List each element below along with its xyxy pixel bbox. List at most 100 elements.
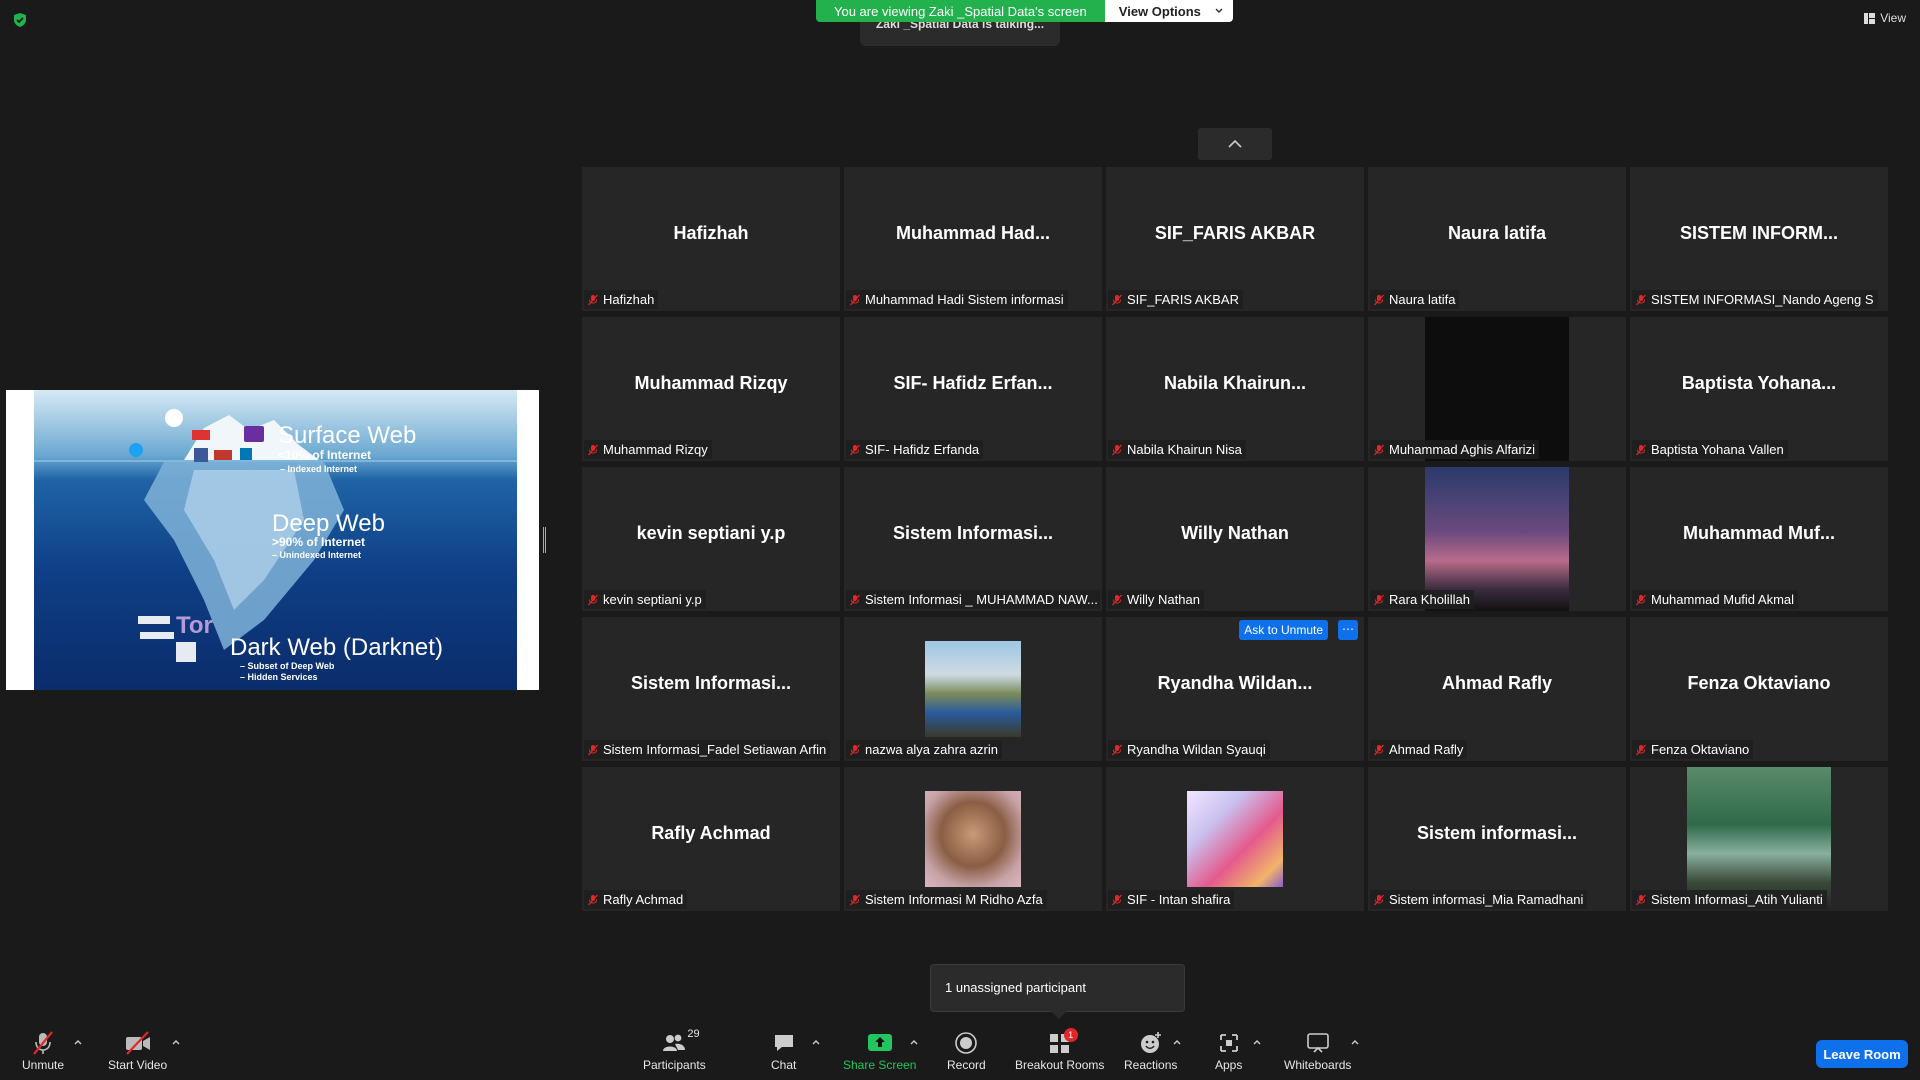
meeting-toolbar: Unmute Start Video 29 Participants Chat … (0, 1020, 1920, 1080)
whiteboard-icon (1306, 1033, 1329, 1053)
participant-tile[interactable]: SIF- Hafidz Erfan... SIF- Hafidz Erfanda (844, 317, 1102, 461)
collapse-gallery-button[interactable] (1198, 128, 1272, 160)
dark-web-sub1: – Subset of Deep Web (240, 661, 335, 671)
participant-tile[interactable]: Sistem Informasi... Sistem Informasi_Fade… (582, 617, 840, 761)
muted-mic-icon (850, 744, 860, 755)
twitter-logo-icon (129, 443, 143, 457)
participant-tile[interactable]: Muhammad Muf... Muhammad Mufid Akmal (1630, 467, 1888, 611)
participant-name-label: Nabila Khairun Nisa (1108, 440, 1246, 459)
participant-name: Muhammad Aghis Alfarizi (1389, 442, 1535, 457)
participant-name: SIF - Intan shafira (1127, 892, 1231, 907)
apps-button[interactable]: Apps (1215, 1030, 1242, 1072)
participant-tile[interactable]: Fenza Oktaviano Fenza Oktaviano (1630, 617, 1888, 761)
participant-tile[interactable]: SISTEM INFORM... SISTEM INFORMASI_Nando A… (1630, 167, 1888, 311)
record-button[interactable]: Record (947, 1030, 986, 1072)
view-options-button[interactable]: View Options (1104, 0, 1233, 22)
deep-web-title: Deep Web (272, 510, 385, 537)
participant-tile[interactable]: Nabila Khairun... Nabila Khairun Nisa (1106, 317, 1364, 461)
whiteboards-button[interactable]: Whiteboards (1284, 1030, 1351, 1072)
participant-name-label: Hafizhah (584, 290, 659, 309)
surface-web-sub: – Indexed Internet (280, 464, 358, 474)
participants-button[interactable]: 29 Participants (643, 1028, 706, 1072)
participant-tile[interactable]: Ryandha Wildan... Ask to Unmute ⋯ Ryandha W… (1106, 617, 1364, 761)
participant-name: Sistem Informasi_Atih Yulianti (1651, 892, 1823, 907)
participant-display-name: kevin septiani y.p (636, 523, 786, 543)
participant-tile[interactable]: SIF_FARIS AKBAR SIF_FARIS AKBAR (1106, 167, 1364, 311)
apps-icon (1219, 1034, 1238, 1052)
participant-name: Naura latifa (1389, 292, 1456, 307)
participant-name-label: Sistem Informasi_Fadel Setiawan Arfin (584, 740, 831, 759)
reactions-label: Reactions (1124, 1058, 1178, 1072)
participant-tile[interactable]: Baptista Yohana... Baptista Yohana Vallen (1630, 317, 1888, 461)
participant-display-name: SIF- Hafidz Erfan... (893, 373, 1053, 393)
participant-tile[interactable]: Willy Nathan Willy Nathan (1106, 467, 1364, 611)
participant-name: Willy Nathan (1127, 592, 1200, 607)
whiteboards-label: Whiteboards (1284, 1058, 1352, 1072)
participant-tile[interactable]: Muhammad Rizqy Muhammad Rizqy (582, 317, 840, 461)
chat-options-caret-icon[interactable] (811, 1038, 821, 1048)
youtube-logo-icon (192, 430, 210, 440)
share-screen-label: Share Screen (843, 1058, 917, 1072)
whiteboards-caret-icon[interactable] (1350, 1038, 1360, 1048)
participant-tile[interactable]: Sistem Informasi_Atih Yulianti (1630, 767, 1888, 911)
participant-name: Ahmad Rafly (1389, 742, 1464, 757)
participant-name-label: Baptista Yohana Vallen (1632, 440, 1788, 459)
apps-caret-icon[interactable] (1252, 1038, 1262, 1048)
participant-tile[interactable]: Sistem informasi... Sistem informasi_Mia … (1368, 767, 1626, 911)
chat-button[interactable]: Chat (771, 1030, 796, 1072)
meeting-window: Zaki _Spatial Data is talking... You are… (0, 0, 1920, 1080)
encryption-shield-icon[interactable] (12, 12, 28, 28)
participant-tile[interactable]: Naura latifa Naura latifa (1368, 167, 1626, 311)
participant-name: Baptista Yohana Vallen (1651, 442, 1784, 457)
leave-room-button[interactable]: Leave Room (1816, 1040, 1908, 1068)
audio-options-caret-icon[interactable] (73, 1038, 83, 1048)
participant-tile[interactable]: Sistem Informasi... Sistem Informasi _ MU… (844, 467, 1102, 611)
unassigned-text: 1 unassigned participant (945, 980, 1086, 995)
share-screen-button[interactable]: Share Screen (843, 1030, 916, 1072)
breakout-rooms-badge: 1 (1063, 1028, 1078, 1042)
video-off-icon (125, 1031, 150, 1055)
participant-display-name: Hafizhah (673, 223, 749, 243)
participant-tile[interactable]: Muhammad Had... Muhammad Hadi Sistem info… (844, 167, 1102, 311)
participant-tile[interactable]: Sistem Informasi M Ridho Azfa (844, 767, 1102, 911)
participant-tile[interactable]: Rara Kholillah (1368, 467, 1626, 611)
breakout-rooms-button[interactable]: 1 Breakout Rooms (1015, 1028, 1104, 1072)
participant-display-name: Ahmad Rafly (1441, 673, 1553, 693)
unmute-button[interactable]: Unmute (22, 1030, 64, 1072)
participant-name: Nabila Khairun Nisa (1127, 442, 1242, 457)
muted-mic-icon (1112, 294, 1122, 305)
splitter-handle[interactable] (543, 527, 546, 553)
share-options-caret-icon[interactable] (909, 1038, 919, 1048)
participant-tile[interactable]: Rafly Achmad Rafly Achmad (582, 767, 840, 911)
participant-name: Rafly Achmad (603, 892, 684, 907)
participant-display-name: Willy Nathan (1181, 523, 1289, 543)
start-video-button[interactable]: Start Video (108, 1030, 167, 1072)
reactions-button[interactable]: Reactions (1124, 1030, 1177, 1072)
participant-name: Muhammad Mufid Akmal (1651, 592, 1795, 607)
participant-name: Fenza Oktaviano (1651, 742, 1750, 757)
participant-tile[interactable]: SIF - Intan shafira (1106, 767, 1364, 911)
participants-label: Participants (643, 1058, 706, 1072)
participant-tile[interactable]: kevin septiani y.p kevin septiani y.p (582, 467, 840, 611)
participant-name-label: kevin septiani y.p (584, 590, 706, 609)
linkedin-logo-icon (240, 448, 252, 460)
shared-screen[interactable]: Surface Web <10% of Internet – Indexed I… (6, 390, 539, 690)
reactions-caret-icon[interactable] (1172, 1038, 1182, 1048)
participant-tile[interactable]: Ahmad Rafly Ahmad Rafly (1368, 617, 1626, 761)
participant-tile[interactable]: nazwa alya zahra azrin (844, 617, 1102, 761)
share-screen-icon (867, 1034, 892, 1051)
dark-web-sub2: – Hidden Services (240, 672, 318, 682)
ask-to-unmute-button[interactable]: Ask to Unmute (1239, 620, 1328, 640)
chat-label: Chat (771, 1058, 797, 1072)
surface-web-pct: <10% of Internet (278, 448, 372, 462)
participant-display-name: Rafly Achmad (651, 823, 771, 843)
participant-tile[interactable]: Hafizhah Hafizhah (582, 167, 840, 311)
participant-tile[interactable]: Muhammad Aghis Alfarizi (1368, 317, 1626, 461)
video-options-caret-icon[interactable] (171, 1038, 181, 1048)
participant-display-name: Sistem informasi... (1416, 823, 1578, 843)
participant-name: Rara Kholillah (1389, 592, 1470, 607)
participant-name-label: Sistem Informasi _ MUHAMMAD NAW... (846, 590, 1100, 609)
more-options-button[interactable]: ⋯ (1338, 620, 1358, 640)
screen-share-banner: You are viewing Zaki _Spatial Data's scr… (816, 0, 1233, 22)
view-layout-button[interactable]: View (1864, 11, 1906, 25)
